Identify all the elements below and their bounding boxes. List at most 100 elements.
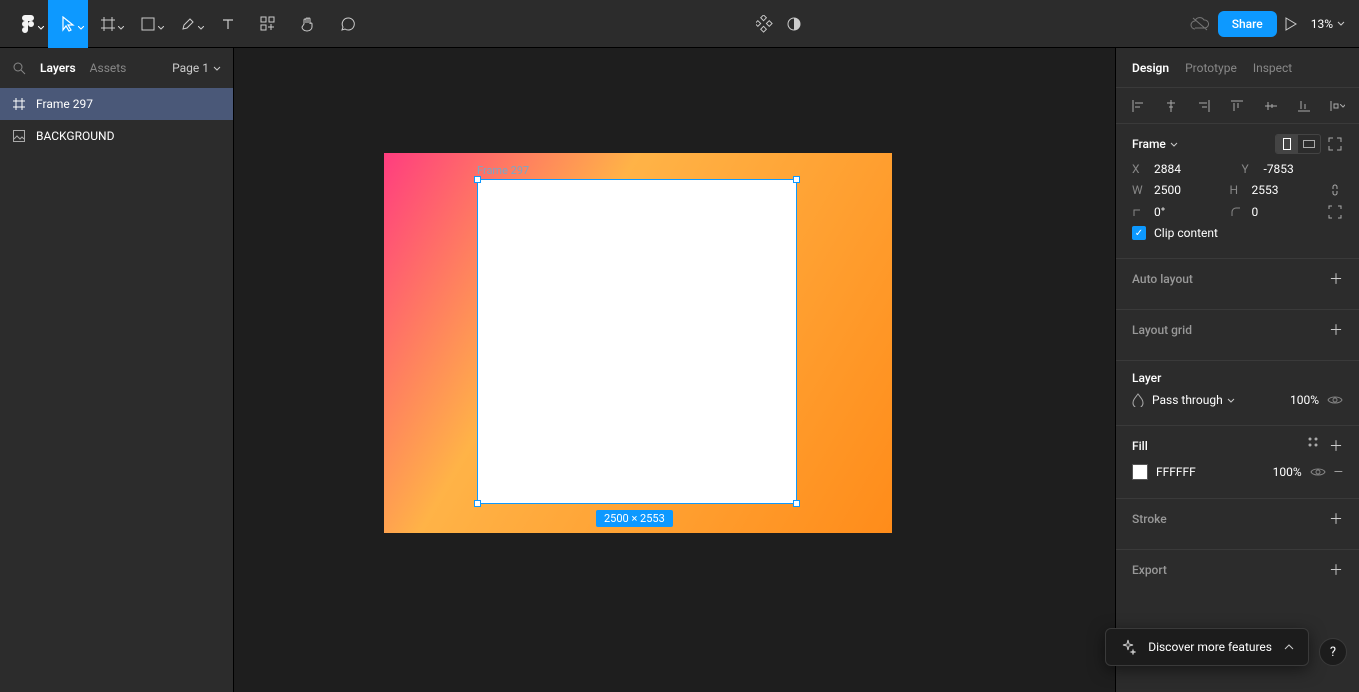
rotation-icon [1132,206,1146,218]
resources-button[interactable] [248,0,288,48]
add-export-button[interactable]: ＋ [1329,560,1343,580]
resources-icon [260,16,276,32]
share-button[interactable]: Share [1218,11,1277,37]
add-layout-grid-button[interactable]: ＋ [1329,320,1343,340]
resize-handle-ne[interactable] [793,176,800,183]
fill-visibility-icon[interactable] [1310,466,1326,478]
visibility-toggle-icon[interactable] [1327,394,1343,406]
fill-swatch[interactable] [1132,464,1148,480]
frame-section-title[interactable]: Frame [1132,137,1178,151]
comment-tool-button[interactable] [328,0,368,48]
align-vcenter-icon[interactable] [1263,98,1279,114]
image-icon [12,130,26,142]
export-section-title: Export [1132,563,1167,577]
radius-input[interactable]: 0 [1252,205,1259,219]
text-tool-button[interactable] [208,0,248,48]
pen-tool-button[interactable] [168,0,208,48]
diamond-grid-icon [756,15,774,33]
chevron-down-icon [38,26,44,30]
clip-content-checkbox[interactable]: ✓ [1132,226,1146,240]
stroke-section: Stroke ＋ [1116,499,1359,550]
fill-opacity-input[interactable]: 100% [1273,465,1302,479]
zoom-value: 13% [1311,17,1333,31]
play-icon [1285,17,1297,31]
resize-to-fit-icon[interactable] [1327,136,1343,152]
independent-corners-icon[interactable] [1327,204,1343,220]
comment-icon [340,16,356,32]
layer-name: Frame 297 [36,97,93,111]
distribute-icon[interactable] [1329,98,1345,114]
align-tools-row [1116,88,1359,124]
selected-frame[interactable] [477,179,797,504]
chevron-down-icon [1337,21,1345,26]
center-tool-b[interactable] [786,0,802,48]
layer-row[interactable]: BACKGROUND [0,120,233,152]
constrain-proportions-icon[interactable] [1327,182,1343,198]
search-icon[interactable] [12,61,26,75]
chevron-down-icon [158,26,164,30]
resize-handle-nw[interactable] [474,176,481,183]
move-tool-button[interactable] [48,0,88,48]
shape-tool-button[interactable] [128,0,168,48]
dimensions-badge: 2500 × 2553 [596,510,673,527]
w-input[interactable]: 2500 [1154,183,1181,197]
blend-mode-icon[interactable] [1132,393,1144,407]
layer-section: Layer Pass through 100% [1116,361,1359,426]
tab-design[interactable]: Design [1132,61,1169,75]
frame-tool-button[interactable] [88,0,128,48]
tab-assets[interactable]: Assets [90,61,127,75]
clip-content-label: Clip content [1154,226,1218,240]
layer-opacity-input[interactable]: 100% [1290,393,1319,407]
align-left-icon[interactable] [1130,98,1146,114]
page-selector[interactable]: Page 1 [172,61,221,75]
frame-section: Frame X2884 Y-7853 W2500 H2553 0° 0 [1116,124,1359,259]
remove-fill-button[interactable]: — [1334,465,1343,479]
frame-label[interactable]: Frame 297 [477,164,529,177]
hand-tool-button[interactable] [288,0,328,48]
h-input[interactable]: 2553 [1252,183,1279,197]
contrast-icon [786,16,802,32]
add-stroke-button[interactable]: ＋ [1329,509,1343,529]
pen-icon [180,16,196,32]
add-auto-layout-button[interactable]: ＋ [1329,269,1343,289]
add-fill-button[interactable]: ＋ [1329,436,1343,456]
w-label: W [1132,183,1146,197]
chevron-down-icon [118,26,124,30]
main-menu-button[interactable] [8,0,48,48]
align-right-icon[interactable] [1196,98,1212,114]
canvas[interactable]: Frame 297 2500 × 2553 [234,48,1115,692]
layer-row-selected[interactable]: Frame 297 [0,88,233,120]
tab-layers[interactable]: Layers [40,61,76,75]
fill-section: Fill ＋ FFFFFF 100% — [1116,426,1359,499]
chevron-up-icon[interactable] [1284,644,1294,650]
blend-mode-select[interactable]: Pass through [1152,393,1282,407]
align-hcenter-icon[interactable] [1163,98,1179,114]
orientation-toggle[interactable] [1275,134,1321,154]
resize-handle-sw[interactable] [474,500,481,507]
portrait-icon[interactable] [1276,135,1298,153]
y-input[interactable]: -7853 [1264,162,1294,176]
layer-section-title: Layer [1132,371,1161,385]
offline-icon-button[interactable] [1190,0,1210,48]
layers-panel: Layers Assets Page 1 Frame 297 BACKGROUN… [0,48,234,692]
help-button[interactable]: ? [1319,638,1347,666]
tab-prototype[interactable]: Prototype [1185,61,1237,75]
align-top-icon[interactable] [1229,98,1245,114]
fill-styles-icon[interactable] [1307,436,1319,456]
frame-icon [12,98,26,110]
discover-features-toast[interactable]: Discover more features [1105,628,1309,666]
zoom-dropdown[interactable]: 13% [1305,17,1351,31]
top-toolbar: Share 13% [0,0,1359,48]
tab-inspect[interactable]: Inspect [1253,61,1292,75]
chevron-down-icon [198,26,204,30]
align-bottom-icon[interactable] [1296,98,1312,114]
rotation-input[interactable]: 0° [1154,205,1165,219]
resize-handle-se[interactable] [793,500,800,507]
auto-layout-section: Auto layout ＋ [1116,259,1359,310]
landscape-icon[interactable] [1298,135,1320,153]
x-input[interactable]: 2884 [1154,162,1181,176]
present-button[interactable] [1285,0,1297,48]
layout-grid-title: Layout grid [1132,323,1192,337]
center-tool-a[interactable] [756,0,774,48]
fill-hex-input[interactable]: FFFFFF [1156,465,1265,479]
